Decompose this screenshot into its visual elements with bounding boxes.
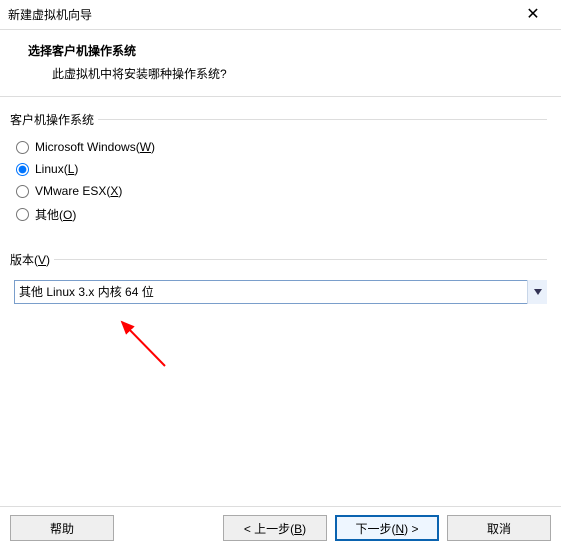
page-subtitle: 此虚拟机中将安装哪种操作系统? <box>28 65 541 82</box>
os-option-vmware-esx[interactable]: VMware ESX(X) <box>14 180 547 202</box>
wizard-header: 选择客户机操作系统 此虚拟机中将安装哪种操作系统? <box>0 30 561 97</box>
version-select[interactable]: 其他 Linux 3.x 内核 64 位 <box>14 280 547 304</box>
help-button[interactable]: 帮助 <box>10 515 114 541</box>
os-radio-linux[interactable] <box>16 163 29 176</box>
next-button[interactable]: 下一步(N) > <box>335 515 439 541</box>
guest-os-legend: 客户机操作系统 <box>10 111 98 128</box>
version-select-wrap[interactable]: 其他 Linux 3.x 内核 64 位 <box>14 280 547 304</box>
titlebar: 新建虚拟机向导 ✕ <box>0 0 561 30</box>
os-label: Linux(L) <box>35 162 78 176</box>
os-radio-vmware-esx[interactable] <box>16 185 29 198</box>
window-title: 新建虚拟机向导 <box>8 6 92 23</box>
close-icon[interactable]: ✕ <box>513 7 553 23</box>
page-title: 选择客户机操作系统 <box>28 42 541 59</box>
os-option-linux[interactable]: Linux(L) <box>14 158 547 180</box>
guest-os-group: 客户机操作系统 Microsoft Windows(W) Linux(L) VM… <box>14 111 547 237</box>
cancel-button[interactable]: 取消 <box>447 515 551 541</box>
os-label: Microsoft Windows(W) <box>35 140 155 154</box>
version-group: 版本(V) 其他 Linux 3.x 内核 64 位 <box>14 251 547 314</box>
wizard-footer: 帮助 < 上一步(B) 下一步(N) > 取消 <box>0 506 561 549</box>
os-label: 其他(O) <box>35 206 76 223</box>
annotation-arrow-icon <box>110 316 180 376</box>
wizard-body: 客户机操作系统 Microsoft Windows(W) Linux(L) VM… <box>0 97 561 314</box>
os-option-windows[interactable]: Microsoft Windows(W) <box>14 136 547 158</box>
os-radio-other[interactable] <box>16 208 29 221</box>
back-button[interactable]: < 上一步(B) <box>223 515 327 541</box>
os-option-other[interactable]: 其他(O) <box>14 202 547 227</box>
version-legend: 版本(V) <box>10 251 54 268</box>
os-radio-windows[interactable] <box>16 141 29 154</box>
os-label: VMware ESX(X) <box>35 184 122 198</box>
